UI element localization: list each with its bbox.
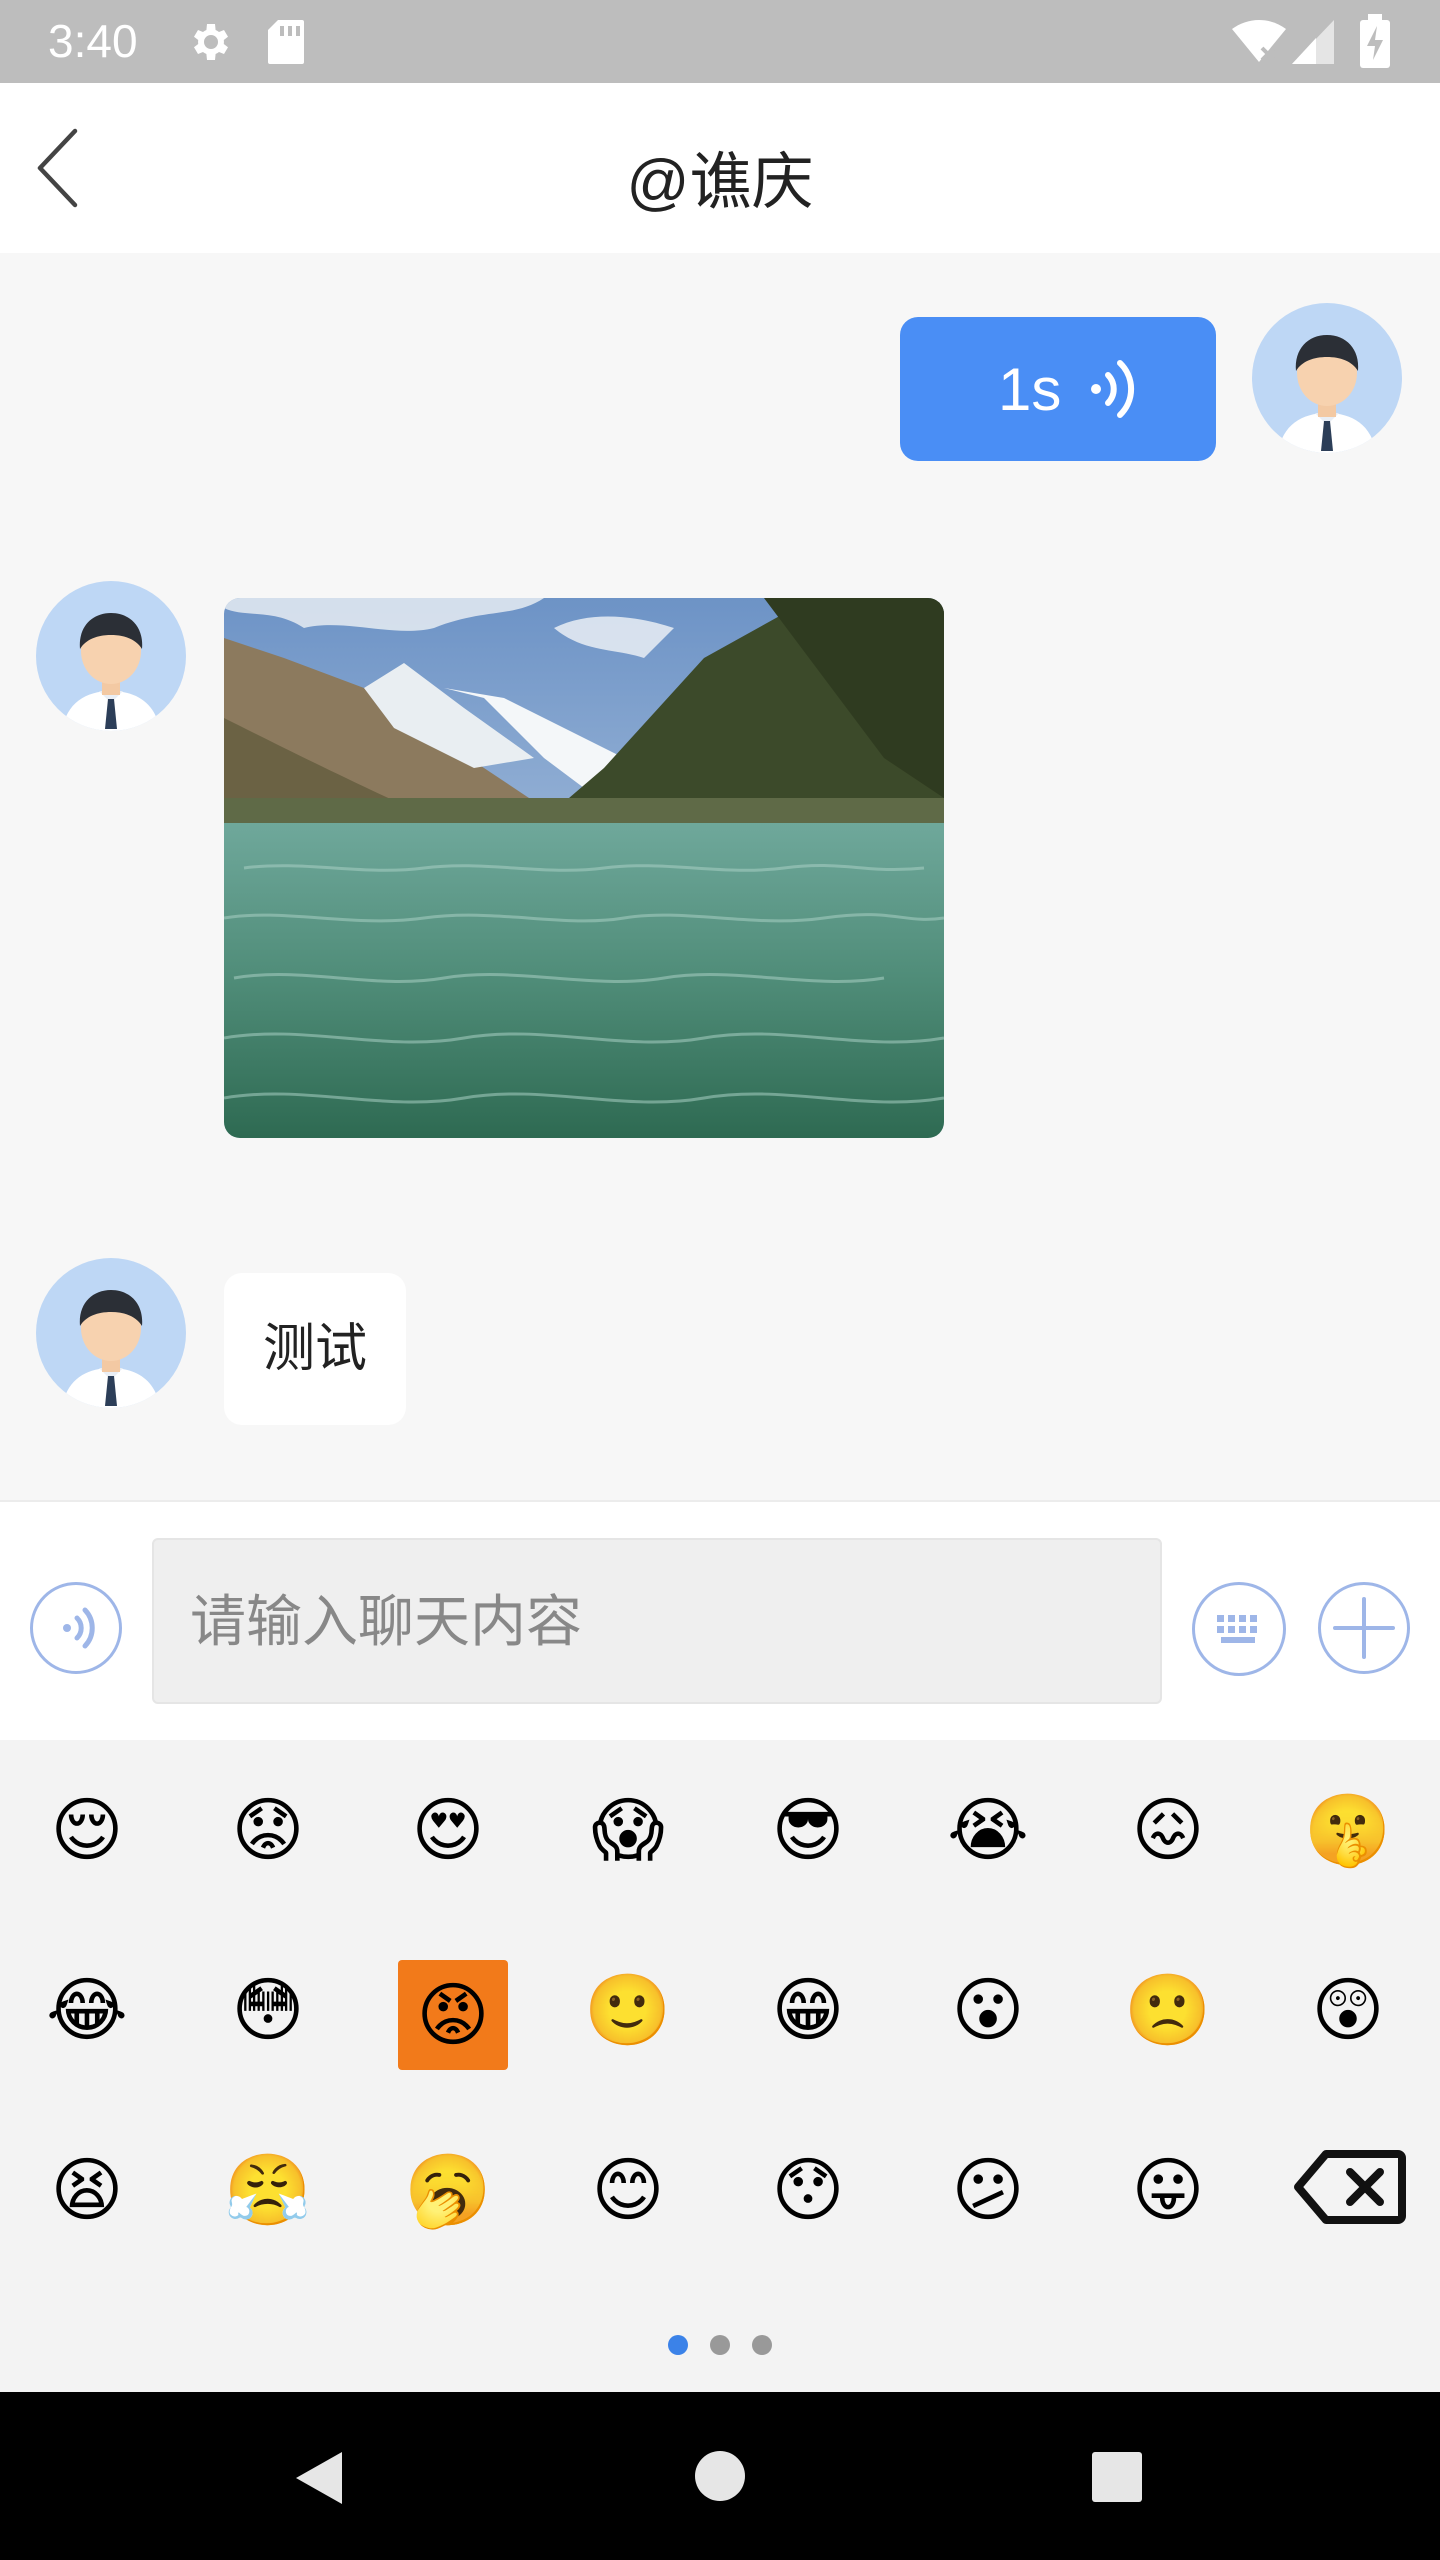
voice-duration: 1s [998,356,1062,423]
wifi-off-icon [1232,20,1286,62]
emoji-screaming[interactable]: 😫 [37,2140,137,2240]
sd-card-icon [268,20,304,64]
status-time: 3:40 [48,15,138,67]
emoji-facepalm[interactable]: 😤 [218,2140,318,2240]
voice-message-bubble[interactable]: 1s [900,317,1216,461]
avatar-person-icon [62,613,160,731]
backspace-icon[interactable] [1292,2148,1406,2226]
more-options-button[interactable] [1318,1582,1410,1674]
emoji-angry-fire[interactable]: 😡 [398,1960,508,2070]
emoji-innocent[interactable]: 😯 [758,2140,858,2240]
emoji-sad[interactable]: 🙁 [1118,1960,1218,2060]
emoji-heart-eyes-drool[interactable]: 😍 [398,1780,498,1880]
nav-back-icon[interactable] [290,2448,346,2508]
input-bar [0,1500,1440,1742]
emoji-tongue-out[interactable]: 😛 [1118,2140,1218,2240]
keyboard-button[interactable] [1192,1582,1286,1676]
page-dot-3[interactable] [752,2335,772,2355]
avatar-person-icon [62,1290,160,1408]
emoji-confused[interactable]: 😕 [938,2140,1038,2240]
emoji-shush[interactable]: 🤫 [1298,1780,1398,1880]
system-nav-bar [0,2392,1440,2560]
chat-header: @谯庆 [0,83,1440,253]
emoji-blush[interactable]: 😊 [578,2140,678,2240]
voice-input-button[interactable] [30,1582,122,1674]
emoji-grin[interactable]: 😁 [758,1960,858,2060]
nav-home-icon[interactable] [694,2450,746,2502]
emoji-shocked[interactable]: 😱 [578,1780,678,1880]
emoji-shy[interactable]: 😖 [1118,1780,1218,1880]
page-title: @谯庆 [626,148,814,217]
emoji-crying-loudly[interactable]: 😭 [938,1780,1038,1880]
emoji-cool-shocked[interactable]: 😲 [1298,1960,1398,2060]
my-avatar[interactable] [1252,303,1402,453]
emoji-page-indicator[interactable] [0,2335,1440,2359]
battery-charging-icon [1360,14,1390,68]
voice-icon [63,1607,95,1649]
contact-avatar[interactable] [36,1258,186,1408]
emoji-slight-smile[interactable]: 🙂 [578,1960,678,2060]
page-dot-2[interactable] [710,2335,730,2355]
emoji-panel: 😌 😟 😍 😱 😎 😭 😖 🤫 😂 😳 😡 🙂 😁 😮 🙁 😲 😫 😤 🥱 😊 … [0,1740,1440,2392]
emoji-yawn[interactable]: 🥱 [398,2140,498,2240]
emoji-cool-sunglasses[interactable]: 😎 [758,1780,858,1880]
emoji-smile-closed-eyes[interactable]: 😌 [37,1780,137,1880]
emoji-tears-of-joy[interactable]: 😂 [37,1960,137,2060]
nav-recents-icon[interactable] [1092,2452,1142,2502]
page-dot-1[interactable] [668,2335,688,2355]
emoji-surprised[interactable]: 😮 [938,1960,1038,2060]
avatar-person-icon [1278,335,1376,453]
keyboard-icon [1217,1615,1257,1643]
message-list[interactable]: 1s 测试 [0,253,1440,1500]
contact-avatar[interactable] [36,581,186,731]
image-message[interactable] [224,598,944,1138]
plus-icon [1333,1597,1395,1659]
voice-wave-icon [1091,360,1135,418]
lake-mountain-photo [224,598,944,1138]
status-bar: 3:40 [0,0,1440,83]
text-message-bubble[interactable]: 测试 [224,1273,406,1425]
message-input[interactable] [152,1538,1162,1704]
emoji-worried[interactable]: 😟 [218,1780,318,1880]
settings-icon [194,24,228,60]
signal-icon [1292,20,1334,64]
emoji-embarrassed-red[interactable]: 😳 [218,1960,318,2060]
